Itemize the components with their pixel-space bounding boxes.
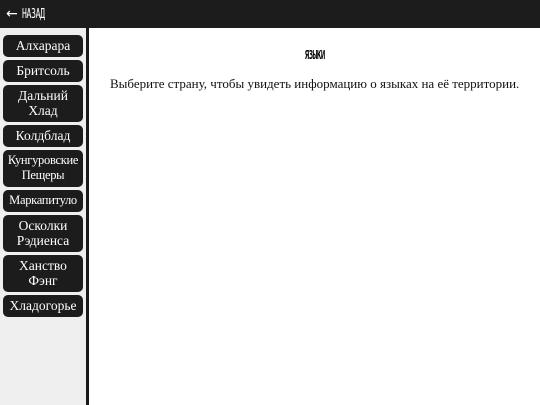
country-button-khladogorye[interactable]: Хладогорье: [3, 295, 83, 317]
country-button-koldblad[interactable]: Колдблад: [3, 125, 83, 147]
top-bar: ← НАЗАД: [0, 0, 540, 28]
country-button-dalniy-khlad[interactable]: Дальний Хлад: [3, 85, 83, 122]
country-button-alkharara[interactable]: Алхарара: [3, 35, 83, 57]
content-panel: ЯЗЫКИ Выберите страну, чтобы увидеть инф…: [89, 28, 540, 405]
country-button-britsol[interactable]: Бритсоль: [3, 60, 83, 82]
back-label: НАЗАД: [21, 6, 45, 22]
country-sidebar: Алхарара Бритсоль Дальний Хлад Колдблад …: [0, 28, 89, 405]
back-button[interactable]: ← НАЗАД: [6, 7, 58, 21]
page-title: ЯЗЫКИ: [89, 48, 540, 62]
country-button-kungurovskie-peshchery[interactable]: Кунгуровские Пещеры: [3, 150, 83, 187]
country-button-oskolki-rediensa[interactable]: Осколки Рэдиенса: [3, 215, 83, 252]
back-arrow-icon: ←: [6, 6, 18, 22]
country-button-khanstvo-feng[interactable]: Ханство Фэнг: [3, 255, 83, 292]
page-title-text: ЯЗЫКИ: [304, 48, 325, 62]
instruction-text: Выберите страну, чтобы увидеть информаци…: [110, 76, 520, 91]
country-button-markapitulo[interactable]: Маркапитуло: [3, 190, 83, 212]
